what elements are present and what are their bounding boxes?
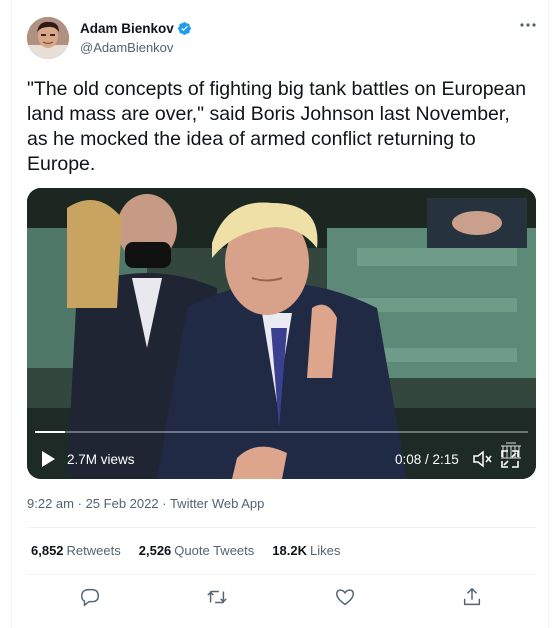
play-icon[interactable] (39, 450, 57, 468)
share-icon[interactable] (461, 586, 483, 608)
tweet-time[interactable]: 9:22 am (27, 496, 74, 511)
retweet-icon[interactable] (206, 586, 228, 608)
quote-tweets-count: 2,526 (138, 543, 172, 558)
divider (27, 527, 536, 528)
video-frame (27, 188, 536, 479)
parliament-logo-icon (498, 440, 524, 462)
tweet-actions (27, 586, 536, 608)
video-progress-bar[interactable] (35, 431, 528, 433)
retweets-stat[interactable]: 6,852 Retweets (31, 543, 121, 558)
avatar[interactable] (27, 17, 69, 59)
mute-icon[interactable] (472, 449, 492, 469)
retweets-label: Retweets (66, 543, 121, 558)
author-name-text[interactable]: Adam Bienkov (80, 21, 174, 36)
video-player[interactable] (27, 188, 536, 479)
tweet-metadata: 9:22 am · 25 Feb 2022 · Twitter Web App (27, 496, 264, 511)
video-time: 0:08 / 2:15 (395, 452, 459, 467)
video-progress-fill (35, 431, 65, 433)
more-icon[interactable] (519, 16, 537, 34)
quote-tweets-label: Quote Tweets (174, 543, 255, 558)
like-icon[interactable] (334, 586, 356, 608)
tweet-date[interactable]: 25 Feb 2022 (86, 496, 159, 511)
verified-badge-icon (177, 22, 191, 35)
likes-count: 18.2K (272, 543, 307, 558)
likes-stat[interactable]: 18.2K Likes (272, 543, 340, 558)
tweet-stats: 6,852 Retweets 2,526 Quote Tweets 18.2K Lik… (31, 543, 340, 558)
retweets-count: 6,852 (31, 543, 64, 558)
likes-label: Likes (309, 543, 341, 558)
tweet-source-app[interactable]: Twitter Web App (170, 496, 264, 511)
divider-2 (27, 574, 536, 575)
meta-separator-2: · (162, 496, 167, 511)
quote-tweets-stat[interactable]: 2,526 Quote Tweets (139, 543, 255, 558)
tweet-text: "The old concepts of fighting big tank b… (27, 78, 527, 175)
video-views: 2.7M views (67, 452, 135, 467)
meta-separator: · (77, 496, 82, 511)
author-handle[interactable]: @AdamBienkov (80, 40, 173, 55)
reply-icon[interactable] (79, 586, 101, 608)
author-name[interactable]: Adam Bienkov (80, 21, 192, 36)
